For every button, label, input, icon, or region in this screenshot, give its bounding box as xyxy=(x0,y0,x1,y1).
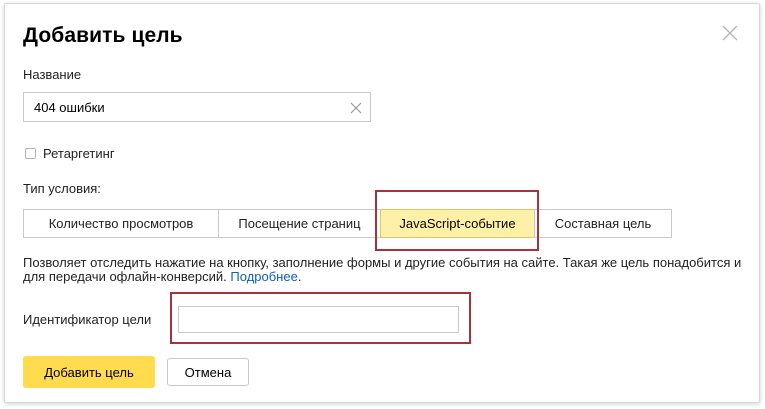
close-icon[interactable] xyxy=(721,24,739,42)
condition-type-label: Тип условия: xyxy=(23,181,101,196)
condition-type-tabs: Количество просмотров Посещение страниц … xyxy=(23,209,672,238)
retargeting-checkbox[interactable] xyxy=(25,148,36,159)
add-goal-dialog: Добавить цель Название 404 ошибки Ретарг… xyxy=(4,3,760,403)
name-label: Название xyxy=(23,67,82,82)
goal-id-label: Идентификатор цели xyxy=(23,312,152,327)
tab-composite-goal[interactable]: Составная цель xyxy=(534,209,672,238)
tab-page-views[interactable]: Количество просмотров xyxy=(23,209,219,238)
tab-javascript-event[interactable]: JavaScript-событие xyxy=(380,209,535,238)
dialog-title: Добавить цель xyxy=(23,24,183,47)
clear-icon[interactable] xyxy=(350,101,362,114)
goal-name-value[interactable]: 404 ошибки xyxy=(34,100,105,115)
tab-page-visits[interactable]: Посещение страниц xyxy=(218,209,381,238)
goal-name-input[interactable]: 404 ошибки xyxy=(23,92,371,122)
add-goal-button[interactable]: Добавить цель xyxy=(23,356,155,388)
goal-id-input[interactable] xyxy=(178,306,459,333)
description-text: Позволяет отследить нажатие на кнопку, з… xyxy=(23,255,742,284)
learn-more-link[interactable]: Подробнее xyxy=(230,269,297,284)
retargeting-label[interactable]: Ретаргетинг xyxy=(43,146,115,161)
condition-description: Позволяет отследить нажатие на кнопку, з… xyxy=(23,255,742,284)
cancel-button[interactable]: Отмена xyxy=(167,358,249,386)
